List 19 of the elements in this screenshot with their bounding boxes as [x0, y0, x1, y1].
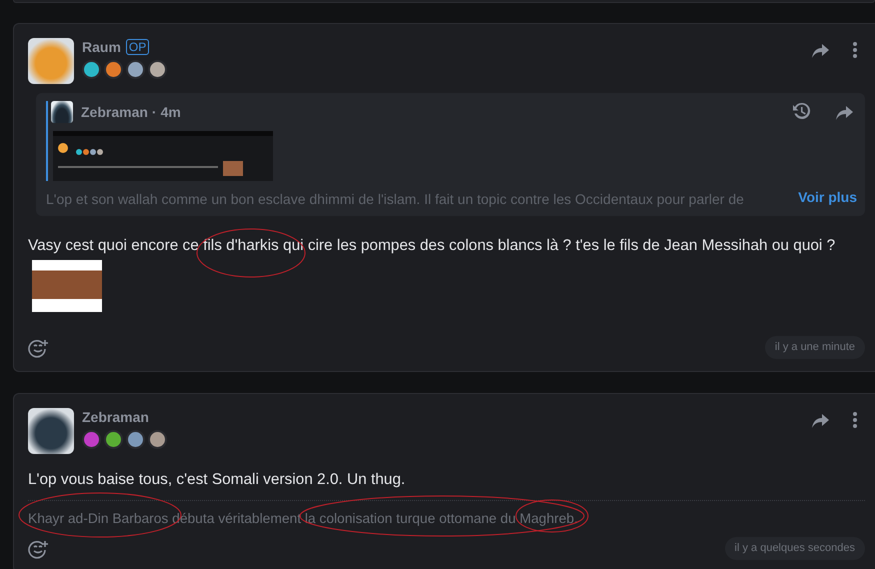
photo-placeholder	[32, 260, 102, 312]
more-options-icon[interactable]	[853, 412, 857, 428]
separator-dot: ·	[152, 102, 157, 122]
post-text: Vasy cest quoi encore ce fils d'harkis qui cire les pompes des colons blancs là ? t'es le fils de Jean Messihah ou quoi ?	[28, 236, 836, 256]
username[interactable]: Zebraman	[82, 408, 149, 426]
timestamp: il y a quelques secondes	[724, 537, 865, 560]
more-options-icon[interactable]	[853, 42, 857, 58]
op-badge: OP	[126, 39, 150, 55]
share-icon[interactable]	[836, 104, 853, 120]
quote-age: 4m	[160, 102, 181, 122]
timestamp: il y a une minute	[764, 336, 865, 358]
history-icon[interactable]	[792, 102, 812, 122]
share-icon[interactable]	[812, 42, 829, 58]
username[interactable]: Raum	[82, 38, 121, 56]
quote-author[interactable]: Zebraman	[81, 102, 148, 122]
quote-excerpt: L'op et son wallah comme un bon esclave dhimmi de l'islam. Il fait un topic contre les Occidentaux pour parler de	[46, 190, 745, 209]
post-text: L'op vous baise tous, c'est Somali version 2.0. Un thug.	[28, 470, 406, 490]
share-icon[interactable]	[812, 412, 829, 428]
avatar	[51, 101, 73, 123]
